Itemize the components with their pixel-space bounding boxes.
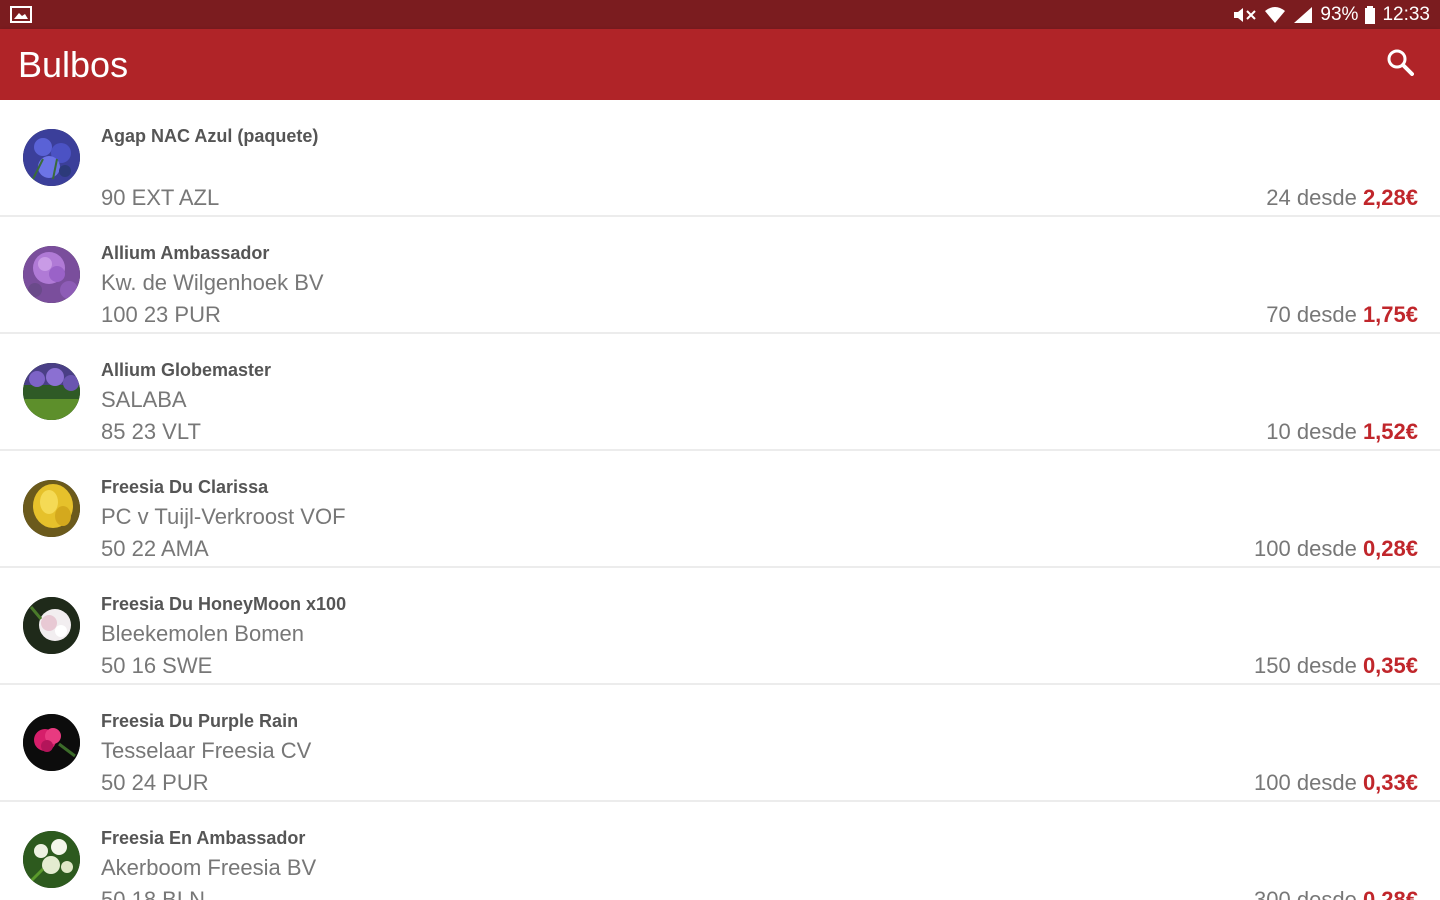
battery-icon bbox=[1364, 5, 1376, 24]
product-grower: Kw. de Wilgenhoek BV bbox=[101, 270, 324, 295]
desde-label: desde bbox=[1296, 185, 1357, 210]
product-price: 100 desde 0,33€ bbox=[1254, 770, 1418, 796]
desde-label: desde bbox=[1296, 653, 1357, 678]
product-code: 85 23 VLT bbox=[101, 419, 201, 444]
product-name: Freesia En Ambassador bbox=[101, 828, 306, 848]
product-code: 100 23 PUR bbox=[101, 302, 221, 327]
desde-label: desde bbox=[1296, 419, 1357, 444]
page-title: Bulbos bbox=[18, 43, 129, 85]
price-amount: 0,28€ bbox=[1362, 536, 1418, 561]
desde-label: desde bbox=[1296, 770, 1357, 795]
list-item[interactable]: Freesia En Ambassador Akerboom Freesia B… bbox=[0, 802, 1440, 900]
app-bar: Bulbos bbox=[0, 29, 1440, 100]
wifi-icon bbox=[1264, 6, 1286, 24]
product-name: Agap NAC Azul (paquete) bbox=[101, 126, 319, 146]
product-price: 70 desde 1,75€ bbox=[1266, 302, 1418, 328]
quantity: 70 bbox=[1266, 302, 1291, 327]
product-thumbnail bbox=[23, 480, 80, 537]
product-code: 50 18 BLN bbox=[101, 887, 205, 900]
list-item[interactable]: Freesia Du Clarissa PC v Tuijl-Verkroost… bbox=[0, 451, 1440, 568]
product-code: 50 16 SWE bbox=[101, 653, 213, 678]
desde-label: desde bbox=[1296, 302, 1357, 327]
product-price: 10 desde 1,52€ bbox=[1266, 419, 1418, 445]
desde-label: desde bbox=[1296, 887, 1357, 900]
status-bar: 93% 12:33 bbox=[0, 0, 1440, 29]
search-button[interactable] bbox=[1382, 47, 1418, 83]
price-amount: 0,35€ bbox=[1362, 653, 1418, 678]
product-name: Freesia Du Purple Rain bbox=[101, 711, 299, 731]
product-price: 100 desde 0,28€ bbox=[1254, 536, 1418, 562]
signal-icon bbox=[1292, 6, 1314, 24]
product-grower: Akerboom Freesia BV bbox=[101, 855, 317, 880]
product-thumbnail bbox=[23, 714, 80, 771]
price-amount: 0,28€ bbox=[1362, 887, 1418, 900]
quantity: 24 bbox=[1266, 185, 1291, 210]
price-amount: 1,75€ bbox=[1362, 302, 1418, 327]
list-item[interactable]: Freesia Du HoneyMoon x100 Bleekemolen Bo… bbox=[0, 568, 1440, 685]
product-grower: PC v Tuijl-Verkroost VOF bbox=[101, 504, 346, 529]
product-thumbnail bbox=[23, 363, 80, 420]
quantity: 300 bbox=[1254, 887, 1291, 900]
list-item[interactable]: Freesia Du Purple Rain Tesselaar Freesia… bbox=[0, 685, 1440, 802]
product-code: 50 22 AMA bbox=[101, 536, 209, 561]
product-grower: Bleekemolen Bomen bbox=[101, 621, 305, 646]
list-item[interactable]: Agap NAC Azul (paquete) 90 EXT AZL 24 de… bbox=[0, 100, 1440, 217]
quantity: 10 bbox=[1266, 419, 1291, 444]
quantity: 100 bbox=[1254, 536, 1291, 561]
price-amount: 0,33€ bbox=[1362, 770, 1418, 795]
search-icon bbox=[1386, 48, 1414, 81]
battery-percent: 93% bbox=[1320, 3, 1359, 25]
desde-label: desde bbox=[1296, 536, 1357, 561]
product-price: 150 desde 0,35€ bbox=[1254, 653, 1418, 679]
list-item[interactable]: Allium Ambassador Kw. de Wilgenhoek BV 1… bbox=[0, 217, 1440, 334]
product-grower: SALABA bbox=[101, 387, 187, 412]
clock: 12:33 bbox=[1382, 3, 1430, 25]
quantity: 150 bbox=[1254, 653, 1291, 678]
product-name: Allium Ambassador bbox=[101, 243, 270, 263]
product-price: 24 desde 2,28€ bbox=[1266, 185, 1418, 211]
product-name: Freesia Du HoneyMoon x100 bbox=[101, 594, 347, 614]
product-thumbnail bbox=[23, 246, 80, 303]
product-name: Allium Globemaster bbox=[101, 360, 272, 380]
price-amount: 2,28€ bbox=[1362, 185, 1418, 210]
product-name: Freesia Du Clarissa bbox=[101, 477, 269, 497]
list-item[interactable]: Allium Globemaster SALABA 85 23 VLT 10 d… bbox=[0, 334, 1440, 451]
price-amount: 1,52€ bbox=[1362, 419, 1418, 444]
image-icon bbox=[10, 6, 32, 23]
product-thumbnail bbox=[23, 129, 80, 186]
product-list: Agap NAC Azul (paquete) 90 EXT AZL 24 de… bbox=[0, 100, 1440, 900]
product-code: 50 24 PUR bbox=[101, 770, 209, 795]
mute-icon bbox=[1232, 6, 1258, 24]
quantity: 100 bbox=[1254, 770, 1291, 795]
product-grower: Tesselaar Freesia CV bbox=[101, 738, 312, 763]
product-code: 90 EXT AZL bbox=[101, 185, 220, 210]
product-price: 300 desde 0,28€ bbox=[1254, 887, 1418, 900]
product-thumbnail bbox=[23, 831, 80, 888]
product-thumbnail bbox=[23, 597, 80, 654]
